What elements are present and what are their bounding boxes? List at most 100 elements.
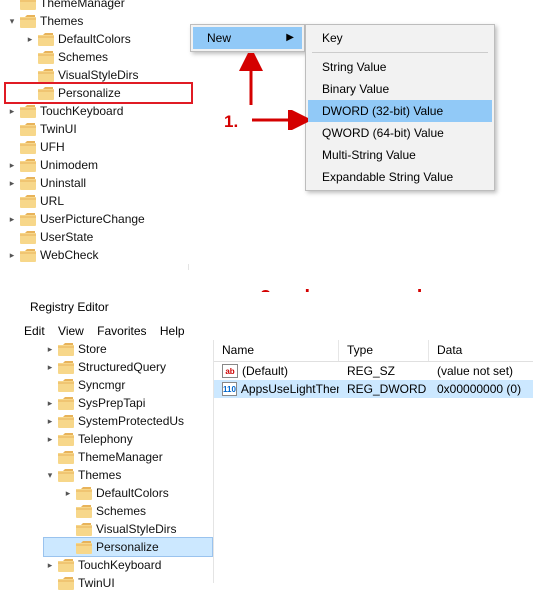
value-type: REG_DWORD xyxy=(339,382,429,396)
tree-node-label: ThemeManager xyxy=(40,0,125,12)
list-header[interactable]: Name Type Data xyxy=(214,340,533,362)
tree-node[interactable]: UFH xyxy=(6,138,191,156)
expander-icon[interactable]: ▾ xyxy=(44,469,56,481)
folder-icon xyxy=(58,433,74,446)
expander-icon[interactable] xyxy=(44,577,56,589)
annotation-step-1: 1. xyxy=(224,112,238,132)
tree-node[interactable]: ▸WebCheck xyxy=(6,246,191,264)
registry-tree[interactable]: ▸Store▸StructuredQuerySyncmgr▸SysPrepTap… xyxy=(44,340,212,592)
tree-node[interactable]: ▸Unimodem xyxy=(6,156,191,174)
expander-icon[interactable] xyxy=(24,87,36,99)
col-header-data[interactable]: Data xyxy=(429,340,533,361)
tree-node[interactable]: ▸StructuredQuery xyxy=(44,358,212,376)
expander-icon[interactable]: ▸ xyxy=(44,343,56,355)
menu-item[interactable]: QWORD (64-bit) Value xyxy=(308,122,492,144)
menu-item[interactable]: Multi-String Value xyxy=(308,144,492,166)
tree-node[interactable]: ▾Themes xyxy=(44,466,212,484)
tree-node[interactable]: Personalize xyxy=(6,84,191,102)
tree-node-label: TouchKeyboard xyxy=(40,102,123,120)
menu-item[interactable]: Expandable String Value xyxy=(308,166,492,188)
tree-node[interactable]: Schemes xyxy=(6,48,191,66)
tree-node[interactable]: ▾Themes xyxy=(6,12,191,30)
expander-icon[interactable] xyxy=(62,541,74,553)
expander-icon[interactable]: ▸ xyxy=(44,433,56,445)
expander-icon[interactable]: ▸ xyxy=(44,415,56,427)
tree-node[interactable]: ▸Uninstall xyxy=(6,174,191,192)
tree-node[interactable]: ▸UserPictureChange xyxy=(6,210,191,228)
menu-view[interactable]: View xyxy=(58,324,84,338)
expander-icon[interactable]: ▸ xyxy=(6,249,18,261)
tree-node[interactable]: TwinUI xyxy=(6,120,191,138)
tree-node[interactable]: ▸ TouchKeyboard xyxy=(6,102,191,120)
tree-node-label: TwinUI xyxy=(40,120,77,138)
expander-icon[interactable]: ▾ xyxy=(6,15,18,27)
value-list[interactable]: ab(Default)REG_SZ(value not set)110AppsU… xyxy=(214,362,533,398)
menu-item[interactable]: Binary Value xyxy=(308,78,492,100)
menu-separator xyxy=(312,52,488,53)
tree-node[interactable]: Schemes xyxy=(44,502,212,520)
menu-edit[interactable]: Edit xyxy=(24,324,45,338)
menu-bar[interactable]: Edit View Favorites Help xyxy=(24,324,195,338)
menu-item-new[interactable]: New ▶ xyxy=(193,27,302,49)
expander-icon[interactable] xyxy=(6,123,18,135)
registry-tree[interactable]: ThemeManager▾Themes▸DefaultColorsSchemes… xyxy=(6,0,191,264)
expander-icon[interactable] xyxy=(6,141,18,153)
expander-icon[interactable] xyxy=(62,523,74,535)
expander-icon[interactable] xyxy=(6,0,18,9)
tree-node[interactable]: ▸DefaultColors xyxy=(6,30,191,48)
expander-icon[interactable] xyxy=(44,451,56,463)
menu-item[interactable]: Key xyxy=(308,27,492,49)
tree-node[interactable]: URL xyxy=(6,192,191,210)
folder-icon xyxy=(38,87,54,100)
tree-node[interactable]: ▸TouchKeyboard xyxy=(44,556,212,574)
expander-icon[interactable] xyxy=(6,195,18,207)
tree-node[interactable]: ▸DefaultColors xyxy=(44,484,212,502)
bottom-registry-panel: Registry Editor Edit View Favorites Help… xyxy=(0,292,541,583)
tree-node[interactable]: ▸Telephony xyxy=(44,430,212,448)
expander-icon[interactable]: ▸ xyxy=(24,33,36,45)
expander-icon[interactable]: ▸ xyxy=(6,159,18,171)
tree-node[interactable]: Personalize xyxy=(44,538,212,556)
expander-icon[interactable]: ▸ xyxy=(6,105,18,117)
context-menu-new[interactable]: New ▶ xyxy=(190,24,305,52)
window-title: Registry Editor xyxy=(30,300,109,314)
menu-item[interactable]: String Value xyxy=(308,56,492,78)
tree-node[interactable]: VisualStyleDirs xyxy=(6,66,191,84)
tree-node[interactable]: ▸ SystemProtectedUs xyxy=(44,412,212,430)
value-row[interactable]: ab(Default)REG_SZ(value not set) xyxy=(214,362,533,380)
expander-icon[interactable]: ▸ xyxy=(44,559,56,571)
expander-icon[interactable] xyxy=(6,231,18,243)
expander-icon[interactable]: ▸ xyxy=(44,361,56,373)
expander-icon[interactable] xyxy=(24,51,36,63)
tree-node[interactable]: ThemeManager xyxy=(6,0,191,12)
tree-node[interactable]: TwinUI xyxy=(44,574,212,592)
chevron-right-icon: ▶ xyxy=(286,27,294,49)
folder-icon xyxy=(58,469,74,482)
value-name: AppsUseLightTheme xyxy=(241,382,339,396)
tree-node[interactable]: VisualStyleDirs xyxy=(44,520,212,538)
folder-icon xyxy=(58,559,74,572)
col-header-type[interactable]: Type xyxy=(339,340,429,361)
expander-icon[interactable] xyxy=(44,379,56,391)
menu-item-label: DWORD (32-bit) Value xyxy=(322,104,443,118)
top-registry-panel: ThemeManager▾Themes▸DefaultColorsSchemes… xyxy=(0,0,541,270)
expander-icon[interactable]: ▸ xyxy=(6,213,18,225)
tree-node[interactable]: UserState xyxy=(6,228,191,246)
col-header-name[interactable]: Name xyxy=(214,340,339,361)
value-row[interactable]: 110AppsUseLightThemeREG_DWORD0x00000000 … xyxy=(214,380,533,398)
tree-node[interactable]: ▸SysPrepTapi xyxy=(44,394,212,412)
expander-icon[interactable]: ▸ xyxy=(62,487,74,499)
tree-node[interactable]: Syncmgr xyxy=(44,376,212,394)
tree-node-label: SystemProtectedUs xyxy=(78,412,184,430)
expander-icon[interactable] xyxy=(62,505,74,517)
menu-item[interactable]: DWORD (32-bit) Value xyxy=(308,100,492,122)
tree-node-label: Schemes xyxy=(58,48,108,66)
expander-icon[interactable]: ▸ xyxy=(6,177,18,189)
expander-icon[interactable] xyxy=(24,69,36,81)
expander-icon[interactable]: ▸ xyxy=(44,397,56,409)
menu-help[interactable]: Help xyxy=(160,324,185,338)
tree-node[interactable]: ▸Store xyxy=(44,340,212,358)
menu-favorites[interactable]: Favorites xyxy=(97,324,146,338)
context-submenu-value-types[interactable]: Key String ValueBinary Value DWORD (32-bit… xyxy=(305,24,495,191)
tree-node[interactable]: ThemeManager xyxy=(44,448,212,466)
